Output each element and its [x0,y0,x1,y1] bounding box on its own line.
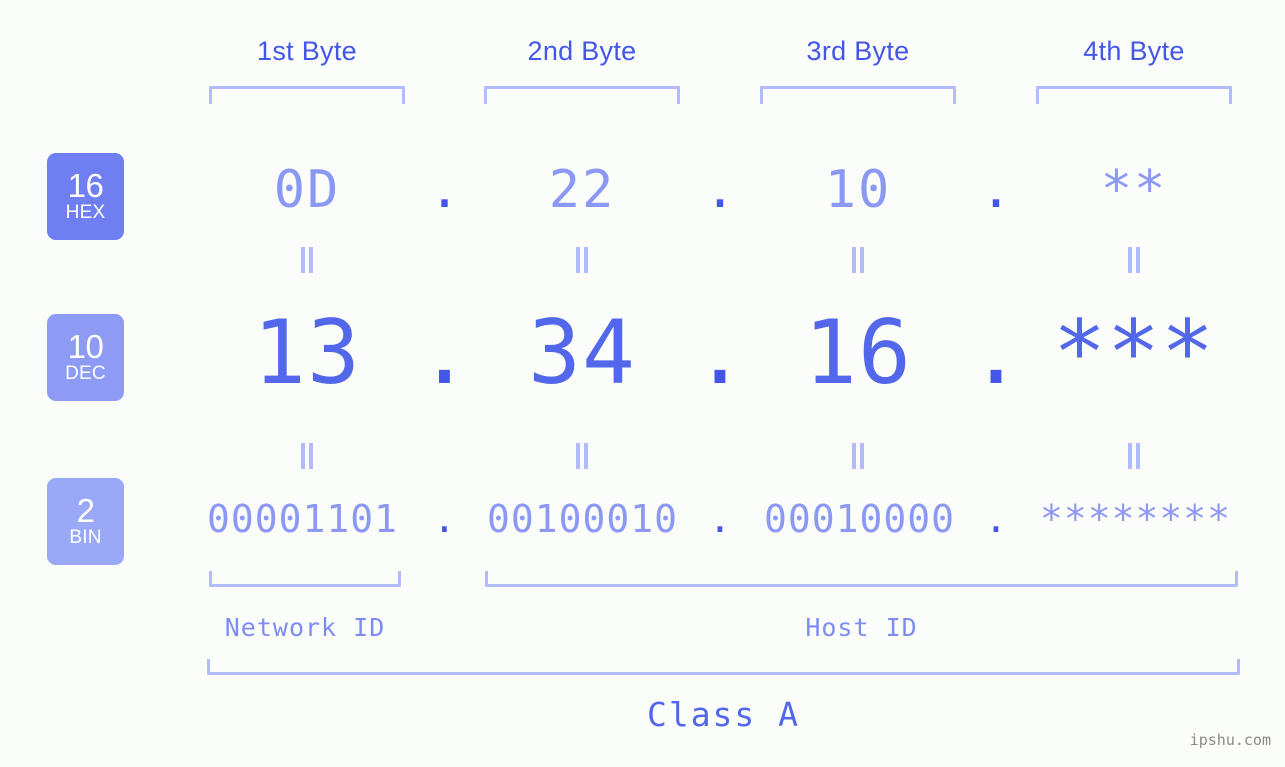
dec-byte-2: 34 [528,301,636,404]
bin-byte-3: 00010000 [763,497,956,541]
bin-byte-1: 00001101 [206,497,399,541]
hex-separator-3: . [980,160,1012,220]
bin-byte-4: ******** [1039,497,1232,541]
dec-byte-1: 13 [253,301,361,404]
hex-separator-1: . [428,160,461,220]
equals-mark-hexdec-3 [847,247,869,273]
bin-separator-1: . [433,497,456,541]
bin-separator-3: . [984,497,1008,541]
base-badge-dec: 10 DEC [47,314,124,401]
class-label: Class A [646,695,801,734]
hex-byte-1: 0D [273,160,341,220]
equals-mark-hexdec-2 [571,247,593,273]
equals-mark-decbin-3 [847,443,869,469]
base-badge-bin-number: 2 [76,492,95,529]
ip-byte-breakdown-diagram: 1st Byte 2nd Byte 3rd Byte 4th Byte 16 H… [0,0,1285,767]
equals-mark-decbin-2 [571,443,593,469]
network-id-bracket [209,571,401,587]
base-badge-dec-number: 10 [67,328,104,365]
hex-byte-2: 22 [548,160,616,220]
dec-separator-3: . [969,301,1023,404]
hex-byte-4: ** [1100,160,1168,220]
byte-bracket-top-2 [484,86,680,104]
equals-mark-decbin-4 [1123,443,1145,469]
base-badge-hex-number: 16 [67,167,104,204]
byte-header-3: 3rd Byte [806,36,910,66]
base-badge-bin: 2 BIN [47,478,124,565]
byte-header-2: 2nd Byte [527,36,637,66]
host-id-label: Host ID [805,613,918,642]
byte-bracket-top-3 [760,86,956,104]
watermark: ipshu.com [1189,731,1271,749]
equals-mark-decbin-1 [296,443,318,469]
dec-byte-4: *** [1053,301,1215,404]
byte-header-1: 1st Byte [257,36,357,66]
equals-mark-hexdec-1 [296,247,318,273]
byte-header-4: 4th Byte [1083,36,1185,66]
base-badge-dec-label: DEC [65,363,106,384]
base-badge-bin-label: BIN [69,527,102,548]
bin-separator-2: . [708,497,732,541]
bin-byte-2: 00100010 [486,497,679,541]
dec-separator-2: . [693,301,747,404]
dec-separator-1: . [418,301,471,404]
network-id-label: Network ID [224,613,386,642]
byte-bracket-top-1 [209,86,405,104]
byte-bracket-top-4 [1036,86,1232,104]
host-id-bracket [485,571,1238,587]
base-badge-hex-label: HEX [65,202,106,223]
base-badge-hex: 16 HEX [47,153,124,240]
equals-mark-hexdec-4 [1123,247,1145,273]
class-bracket [207,659,1240,675]
hex-byte-3: 10 [824,160,892,220]
hex-separator-2: . [704,160,736,220]
dec-byte-3: 16 [804,301,912,404]
